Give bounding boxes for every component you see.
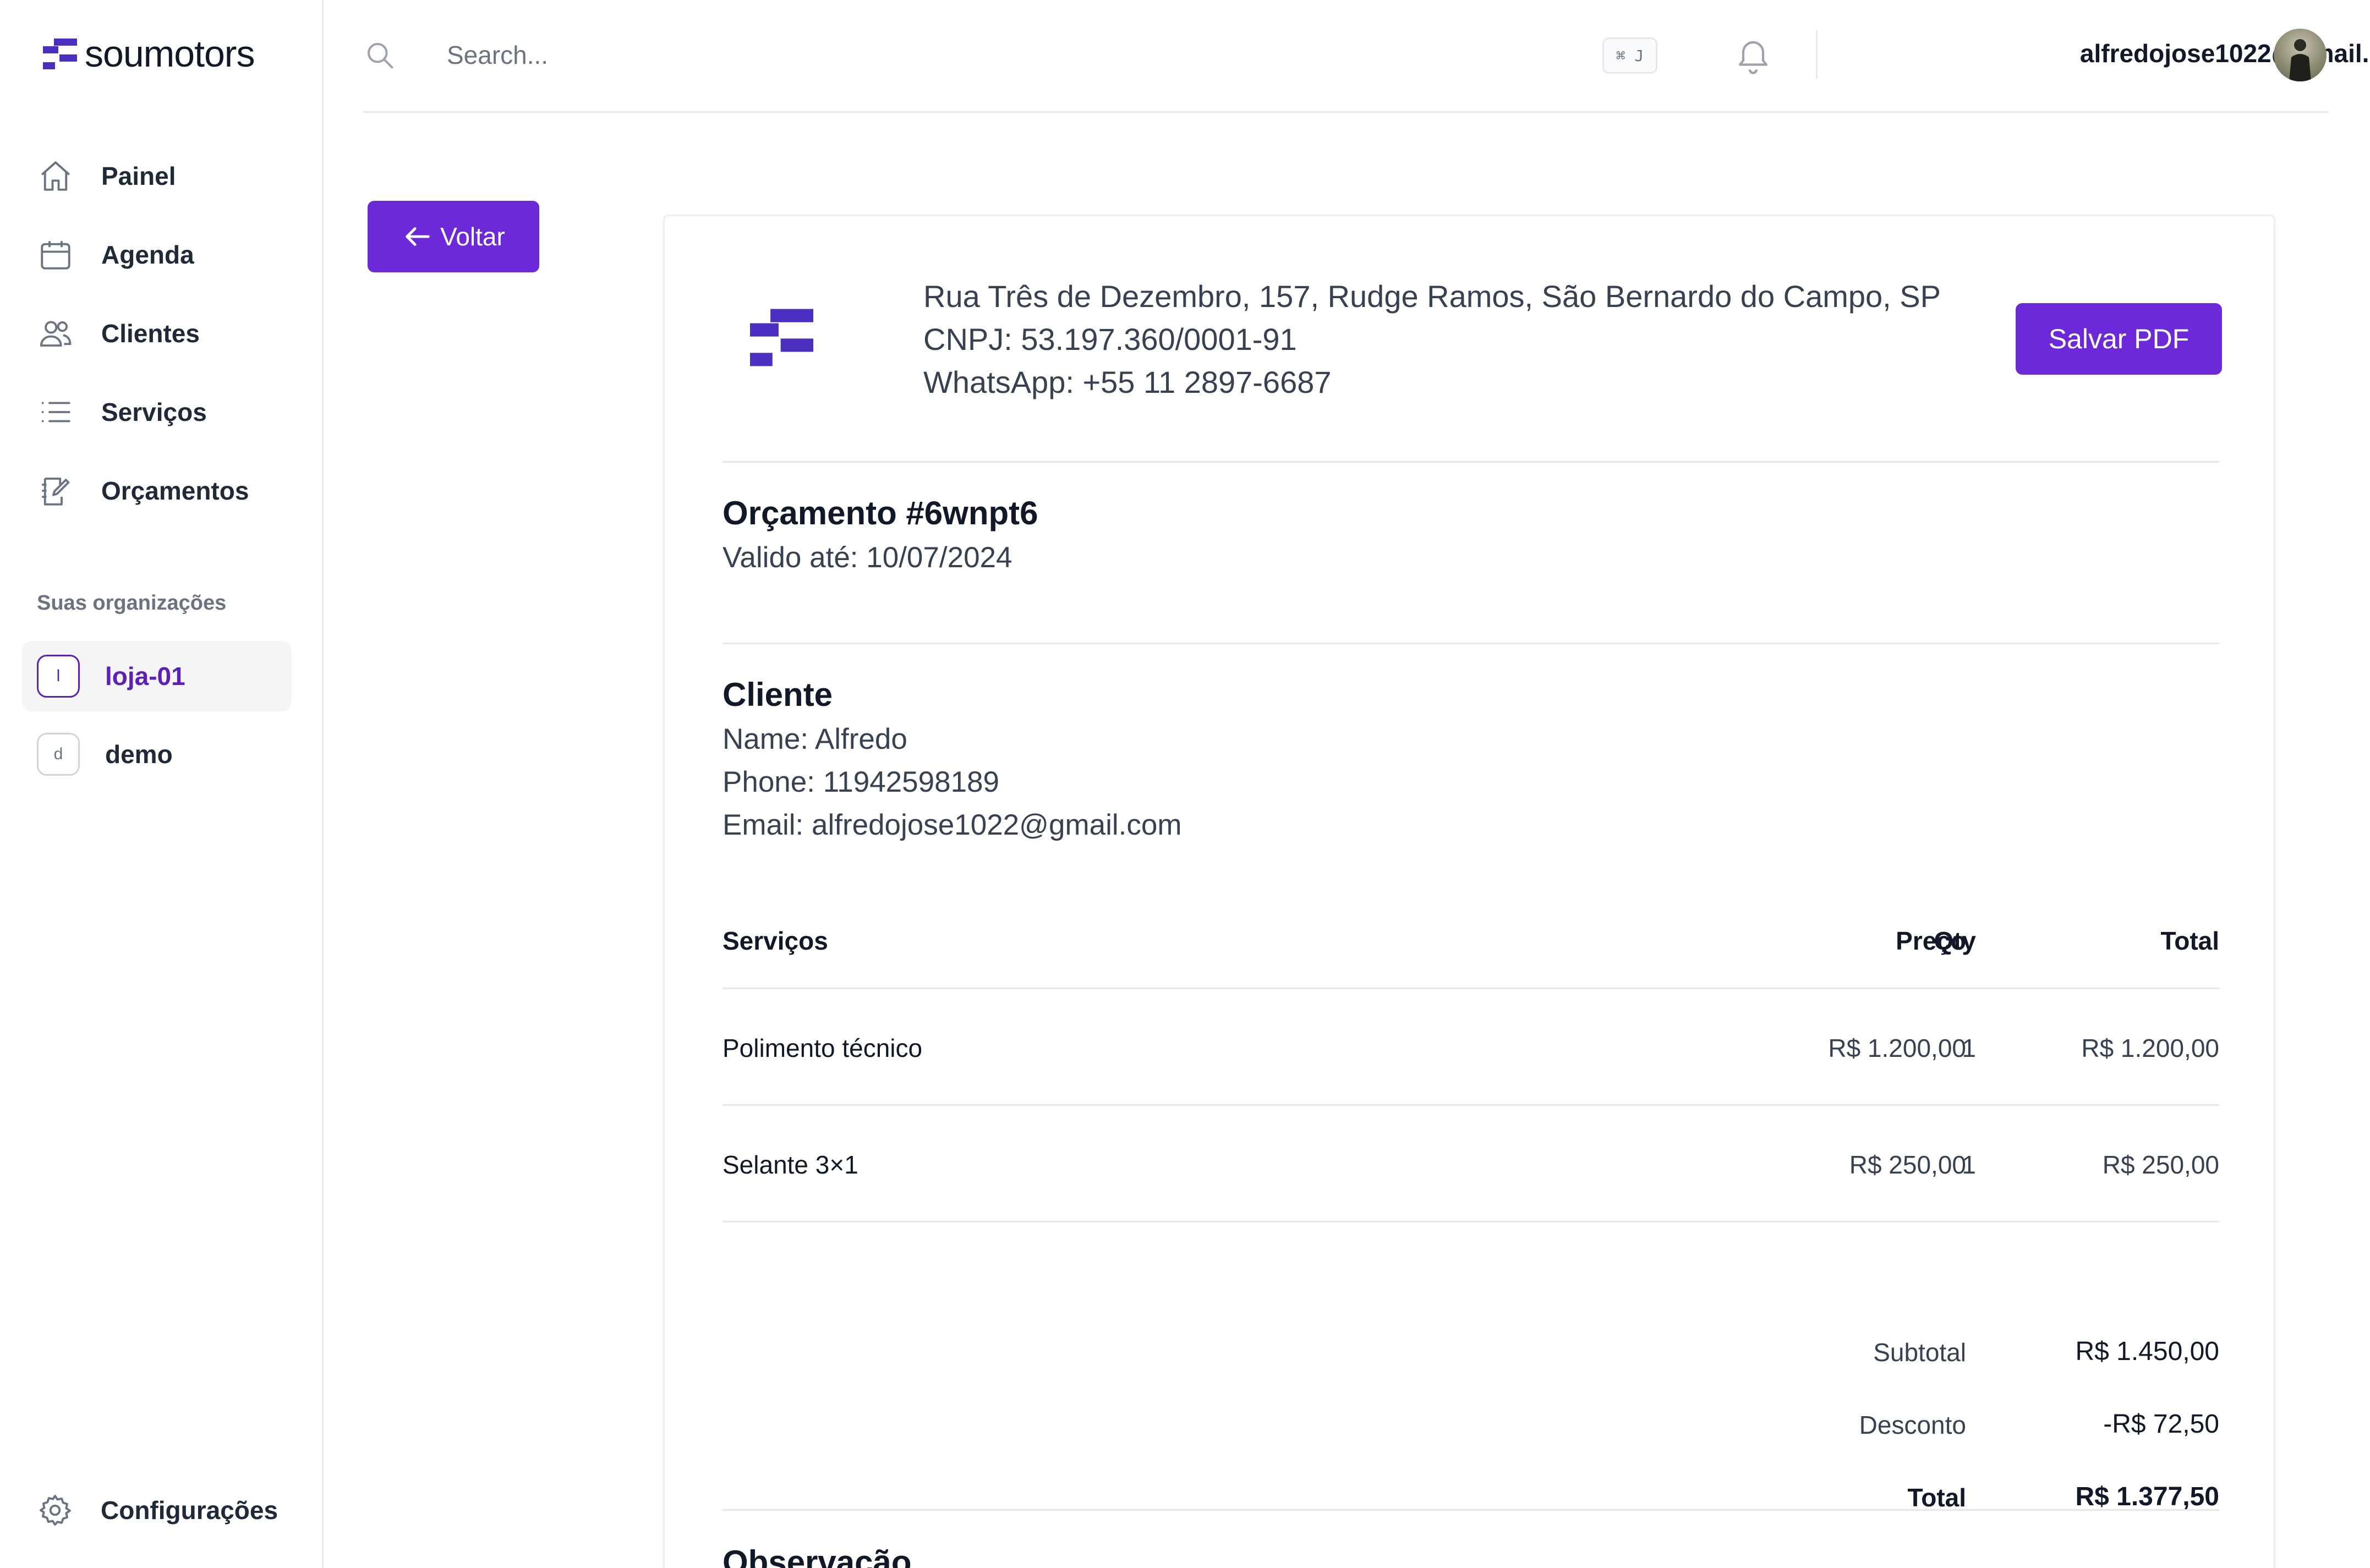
divider	[723, 643, 2219, 644]
back-button-label: Voltar	[440, 222, 505, 251]
search-shortcut-badge: ⌘ J	[1602, 37, 1657, 74]
sidebar-item-servicos[interactable]: Serviços	[22, 382, 292, 442]
client-phone: Phone: 11942598189	[723, 766, 1000, 798]
organizations-list: l loja-01 d demo	[22, 641, 292, 797]
company-info: Rua Três de Dezembro, 157, Rudge Ramos, …	[923, 275, 1941, 404]
sidebar-item-label: Serviços	[101, 398, 207, 426]
quote-valid-until: Valido até: 10/07/2024	[723, 541, 1012, 574]
user-photo-icon	[2289, 39, 2311, 81]
discount-label: Desconto	[1859, 1411, 1966, 1439]
quote-title: Orçamento #6wnpt6	[723, 495, 1038, 531]
sidebar-item-label: Clientes	[101, 319, 200, 348]
service-price: R$ 1.200,00	[1828, 1034, 1966, 1062]
subtotal-label: Subtotal	[1873, 1338, 1966, 1367]
search-icon	[368, 43, 393, 69]
sidebar-item-painel[interactable]: Painel	[22, 146, 292, 206]
company-address: Rua Três de Dezembro, 157, Rudge Ramos, …	[923, 279, 1941, 314]
brand-logo-icon	[43, 39, 77, 69]
sidebar-nav: Painel Agenda Clientes Serviços Orçament…	[22, 146, 292, 539]
column-header-total: Total	[2160, 926, 2219, 955]
company-whatsapp: WhatsApp: +55 11 2897-6687	[923, 365, 1332, 399]
table-row: Selante 3×1 1 R$ 250,00 R$ 250,00	[723, 1104, 2219, 1221]
settings-link[interactable]: Configurações	[37, 1488, 278, 1532]
search-input[interactable]	[447, 33, 1492, 77]
sidebar-item-label: Painel	[101, 162, 176, 190]
bell-icon[interactable]	[1733, 34, 1773, 77]
settings-label: Configurações	[101, 1496, 278, 1525]
divider	[723, 1509, 2219, 1511]
service-total: R$ 250,00	[2102, 1150, 2219, 1179]
sidebar-item-agenda[interactable]: Agenda	[22, 224, 292, 285]
client-name: Name: Alfredo	[723, 723, 907, 755]
calendar-icon	[41, 241, 70, 270]
org-label: demo	[105, 740, 173, 769]
table-row: Polimento técnico 1 R$ 1.200,00 R$ 1.200…	[723, 988, 2219, 1104]
service-name: Polimento técnico	[723, 1034, 923, 1062]
service-price: R$ 250,00	[1849, 1150, 1966, 1179]
subtotal-value: R$ 1.450,00	[2075, 1337, 2219, 1366]
edit-notebook-icon	[42, 478, 70, 506]
service-name: Selante 3×1	[723, 1150, 858, 1179]
arrow-left-icon	[406, 227, 430, 246]
users-icon	[40, 321, 72, 347]
sidebar-item-label: Orçamentos	[101, 476, 249, 505]
organizations-heading: Suas organizações	[37, 591, 227, 615]
app-name: soumotors	[85, 33, 255, 75]
avatar[interactable]	[2274, 29, 2327, 81]
divider	[723, 1221, 2219, 1222]
notes-heading: Observação	[723, 1544, 912, 1568]
sidebar-item-label: Agenda	[101, 240, 194, 269]
discount-value: -R$ 72,50	[2103, 1410, 2219, 1439]
brand-logo-icon	[750, 309, 813, 366]
sidebar-item-orcamentos[interactable]: Orçamentos	[22, 460, 292, 521]
org-label: loja-01	[105, 662, 185, 690]
client-heading: Cliente	[723, 676, 833, 713]
company-cnpj: CNPJ: 53.197.360/0001-91	[923, 322, 1297, 357]
gear-icon	[39, 1494, 71, 1526]
save-pdf-button[interactable]: Salvar PDF	[2016, 303, 2222, 375]
org-badge: l	[37, 655, 80, 698]
divider	[723, 461, 2219, 463]
home-icon	[41, 161, 70, 191]
total-value: R$ 1.377,50	[2075, 1482, 2219, 1511]
topbar: ⌘ J alfredojose1022@gmail.com	[363, 0, 2370, 113]
service-total: R$ 1.200,00	[2081, 1034, 2219, 1062]
back-button[interactable]: Voltar	[368, 201, 539, 272]
app: soumotors Painel Agenda Clientes Serviço…	[0, 0, 2370, 1568]
org-badge: d	[37, 733, 80, 776]
column-header-service: Serviços	[723, 926, 828, 955]
org-item-loja-01[interactable]: l loja-01	[22, 641, 292, 711]
sidebar-item-clientes[interactable]: Clientes	[22, 303, 292, 364]
total-label: Total	[1907, 1483, 1966, 1512]
org-item-demo[interactable]: d demo	[22, 719, 292, 790]
column-header-price: Preço	[1896, 926, 1966, 955]
client-email: Email: alfredojose1022@gmail.com	[723, 809, 1182, 841]
topbar-divider	[1816, 30, 1818, 79]
list-icon	[41, 402, 70, 423]
quote-document: Rua Três de Dezembro, 157, Rudge Ramos, …	[663, 215, 2275, 1568]
sidebar: soumotors Painel Agenda Clientes Serviço…	[0, 0, 324, 1568]
app-logo[interactable]: soumotors	[43, 32, 255, 76]
